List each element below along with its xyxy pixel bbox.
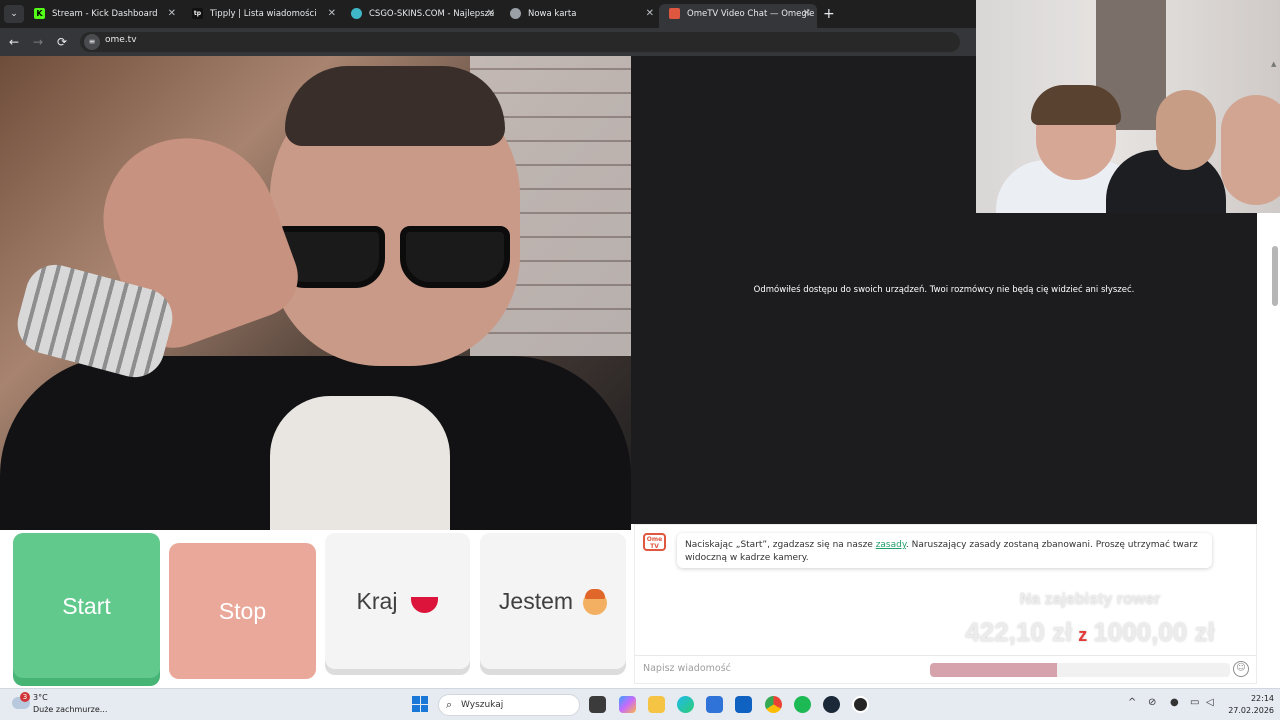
taskbar-search[interactable]: ⌕ Wyszukaj bbox=[438, 694, 580, 716]
steam-icon[interactable] bbox=[823, 696, 840, 713]
clock-time: 22:14 bbox=[1250, 694, 1274, 703]
rules-link[interactable]: zasady bbox=[876, 540, 906, 550]
stop-button[interactable]: Stop bbox=[169, 543, 316, 679]
goal-separator: z bbox=[1078, 625, 1088, 645]
tab-label: Nowa karta bbox=[528, 9, 577, 19]
tab-close-icon[interactable]: ✕ bbox=[328, 4, 336, 24]
url-text: ome.tv bbox=[105, 35, 137, 45]
microphone-icon[interactable]: ● bbox=[1170, 697, 1179, 708]
goal-target: 1000,00 zł bbox=[1093, 617, 1215, 647]
reload-button[interactable]: ⟳ bbox=[57, 34, 67, 50]
streamer-webcam-overlay bbox=[976, 0, 1280, 213]
webcam-person-2-face bbox=[1156, 90, 1216, 170]
tab-label: OmeTV Video Chat — Omegle bbox=[687, 9, 815, 19]
site-info-icon[interactable]: ≡ bbox=[84, 34, 100, 50]
display-icon[interactable]: ▭ bbox=[1190, 697, 1199, 708]
gender-button[interactable]: Jestem bbox=[480, 533, 626, 669]
address-bar[interactable]: ≡ ome.tv bbox=[80, 32, 960, 52]
tab-kick-dashboard[interactable]: K Stream - Kick Dashboard ✕ bbox=[24, 4, 182, 28]
volume-icon[interactable]: ◁ bbox=[1206, 697, 1214, 708]
tab-search-button[interactable]: ⌄ bbox=[4, 5, 24, 23]
tab-label: CSGO-SKINS.COM - Najlepsze bbox=[369, 9, 495, 19]
edge-icon[interactable] bbox=[677, 696, 694, 713]
message-text-start: Naciskając „Start”, zgadzasz się na nasz… bbox=[685, 540, 876, 550]
webcam-person-3-face bbox=[1221, 95, 1280, 205]
sunglasses-right-lens bbox=[400, 226, 510, 288]
chat-input[interactable]: Napisz wiadomość bbox=[643, 663, 731, 674]
tab-csgo-skins[interactable]: CSGO-SKINS.COM - Najlepsze ✕ bbox=[341, 4, 501, 28]
donation-goal-progress-bar bbox=[930, 663, 1230, 677]
donation-goal-amount: 422,10 zł z 1000,00 zł bbox=[935, 617, 1245, 648]
system-message: Naciskając „Start”, zgadzasz się na nasz… bbox=[677, 533, 1212, 568]
tab-new-tab[interactable]: Nowa karta ✕ bbox=[500, 4, 660, 28]
ometv-page: Odmówiłeś dostępu do swoich urządzeń. Tw… bbox=[0, 0, 1280, 688]
forward-button[interactable]: → bbox=[33, 34, 43, 50]
network-off-icon[interactable]: ⊘ bbox=[1148, 697, 1156, 708]
tab-close-icon[interactable]: ✕ bbox=[803, 4, 811, 24]
csgo-skins-icon bbox=[351, 8, 362, 19]
video-person-hair bbox=[285, 66, 505, 146]
task-view-icon[interactable] bbox=[589, 696, 606, 713]
country-button[interactable]: Kraj bbox=[325, 533, 470, 669]
emoji-icon[interactable]: ☺ bbox=[1233, 661, 1249, 677]
camera-denied-notice: Odmówiłeś dostępu do swoich urządzeń. Tw… bbox=[753, 285, 1135, 295]
gender-label: Jestem bbox=[498, 588, 574, 614]
tab-close-icon[interactable]: ✕ bbox=[487, 4, 495, 24]
obs-icon[interactable] bbox=[852, 696, 869, 713]
weather-condition[interactable]: Duże zachmurze... bbox=[33, 705, 107, 714]
progress-fill bbox=[930, 663, 1057, 677]
tab-label: Tipply | Lista wiadomości bbox=[210, 9, 317, 19]
new-tab-button[interactable]: + bbox=[823, 4, 835, 24]
tipply-icon: tp bbox=[192, 8, 203, 19]
tab-tipply[interactable]: tp Tipply | Lista wiadomości ✕ bbox=[182, 4, 342, 28]
page-scrollbar[interactable] bbox=[1272, 246, 1278, 306]
chat-panel: Ome TV Naciskając „Start”, zgadzasz się … bbox=[634, 524, 1257, 684]
scroll-up-icon[interactable]: ▲ bbox=[1271, 60, 1279, 68]
kick-icon: K bbox=[34, 8, 45, 19]
back-button[interactable]: ← bbox=[9, 34, 19, 50]
taskbar-clock[interactable]: 22:14 27.02.2026 bbox=[1222, 693, 1274, 717]
chat-input-row: Napisz wiadomość ☺ bbox=[635, 655, 1256, 683]
chrome-icon[interactable] bbox=[765, 696, 782, 713]
start-button[interactable]: Start bbox=[13, 533, 160, 678]
clock-date: 27.02.2026 bbox=[1228, 706, 1274, 715]
search-icon: ⌕ bbox=[446, 698, 453, 711]
file-explorer-icon[interactable] bbox=[648, 696, 665, 713]
partner-video bbox=[0, 56, 631, 530]
ometv-icon bbox=[669, 8, 680, 19]
tab-ometv[interactable]: OmeTV Video Chat — Omegle ✕ bbox=[659, 4, 817, 28]
video-person-sweater bbox=[270, 396, 450, 530]
goal-current: 422,10 zł bbox=[965, 617, 1073, 647]
boy-face-icon bbox=[583, 588, 608, 615]
windows-taskbar: 3 3°C Duże zachmurze... ⌕ Wyszukaj ^ ⊘ ●… bbox=[0, 688, 1280, 720]
chrome-icon bbox=[510, 8, 521, 19]
store-icon[interactable] bbox=[706, 696, 723, 713]
windows-start-icon[interactable] bbox=[412, 696, 428, 712]
spotify-icon[interactable] bbox=[794, 696, 811, 713]
webcam-person-1-hair bbox=[1031, 85, 1121, 125]
tray-chevron-icon[interactable]: ^ bbox=[1128, 697, 1136, 708]
weather-badge: 3 bbox=[20, 692, 30, 702]
country-label: Kraj bbox=[356, 588, 398, 614]
tab-label: Stream - Kick Dashboard bbox=[52, 9, 158, 19]
donation-goal-title: Na zajebisty rower bbox=[1019, 591, 1161, 608]
ometv-logo-icon: Ome TV bbox=[643, 533, 666, 551]
weather-temperature[interactable]: 3°C bbox=[33, 693, 48, 702]
copilot-icon[interactable] bbox=[619, 696, 636, 713]
tab-close-icon[interactable]: ✕ bbox=[646, 4, 654, 24]
search-placeholder: Wyszukaj bbox=[461, 700, 504, 710]
outlook-icon[interactable] bbox=[735, 696, 752, 713]
poland-flag-icon bbox=[411, 596, 439, 613]
tab-close-icon[interactable]: ✕ bbox=[168, 4, 176, 24]
